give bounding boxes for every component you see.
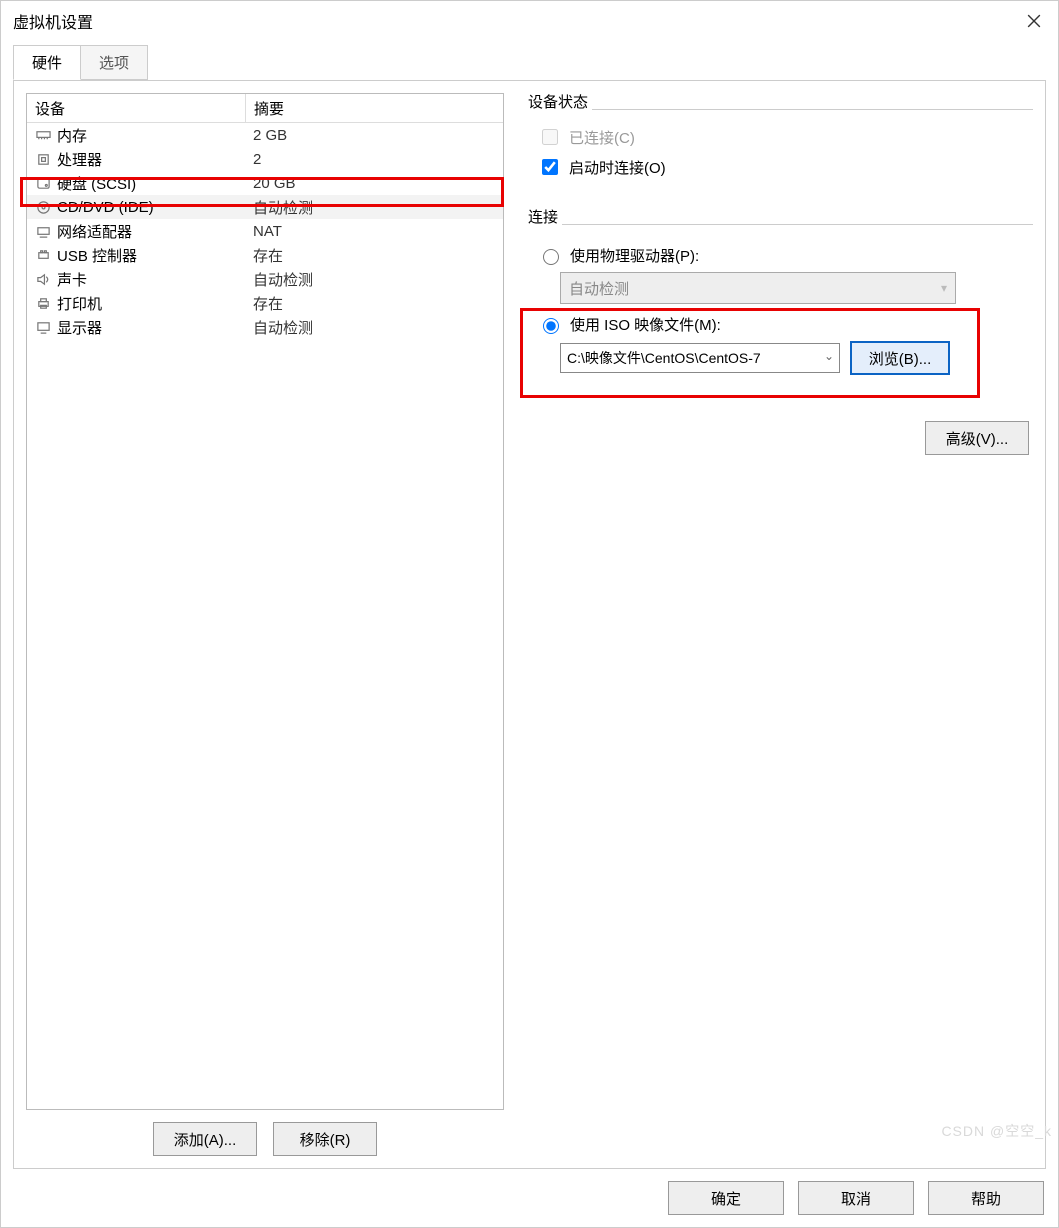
device-row-usb[interactable]: USB 控制器 存在 — [27, 243, 503, 267]
add-button[interactable]: 添加(A)... — [153, 1122, 257, 1156]
vm-settings-window: 虚拟机设置 硬件 选项 设备 摘要 内存 2 GB 处理器 2 — [0, 0, 1059, 1228]
device-row-disk[interactable]: 硬盘 (SCSI) 20 GB — [27, 171, 503, 195]
combo-physical-drive: 自动检测 ▾ — [560, 272, 956, 304]
group-label-status: 设备状态 — [524, 91, 592, 112]
chevron-down-icon[interactable]: ⌄ — [824, 349, 834, 363]
device-row-network[interactable]: 网络适配器 NAT — [27, 219, 503, 243]
device-row-sound[interactable]: 声卡 自动检测 — [27, 267, 503, 291]
radio-physical-input[interactable] — [543, 249, 559, 265]
checkbox-connect-at-poweron[interactable]: 启动时连接(O) — [538, 156, 1029, 178]
device-table-header: 设备 摘要 — [27, 94, 503, 123]
help-button[interactable]: 帮助 — [928, 1181, 1044, 1215]
checkbox-connected: 已连接(C) — [538, 126, 1029, 148]
cd-icon — [35, 200, 51, 214]
group-connection: 连接 使用物理驱动器(P): 自动检测 ▾ 使用 ISO 映像文件(M): — [524, 208, 1033, 385]
left-pane: 设备 摘要 内存 2 GB 处理器 2 硬盘 (SCSI) 20 GB CD/D… — [26, 93, 504, 1156]
radio-use-iso[interactable]: 使用 ISO 映像文件(M): — [538, 314, 1029, 335]
footer: 确定 取消 帮助 — [1, 1169, 1058, 1227]
device-row-display[interactable]: 显示器 自动检测 — [27, 315, 503, 339]
device-row-printer[interactable]: 打印机 存在 — [27, 291, 503, 315]
memory-icon — [35, 128, 51, 142]
device-row-cpu[interactable]: 处理器 2 — [27, 147, 503, 171]
remove-button[interactable]: 移除(R) — [273, 1122, 377, 1156]
device-table: 设备 摘要 内存 2 GB 处理器 2 硬盘 (SCSI) 20 GB CD/D… — [26, 93, 504, 1110]
advanced-button[interactable]: 高级(V)... — [925, 421, 1029, 455]
device-row-cddvd[interactable]: CD/DVD (IDE) 自动检测 — [27, 195, 503, 219]
cancel-button[interactable]: 取消 — [798, 1181, 914, 1215]
device-row-memory[interactable]: 内存 2 GB — [27, 123, 503, 147]
chevron-down-icon: ▾ — [941, 281, 947, 295]
close-button[interactable] — [1010, 1, 1058, 41]
sound-icon — [35, 272, 51, 286]
group-label-connection: 连接 — [524, 206, 562, 227]
header-device: 设备 — [27, 94, 246, 122]
disk-icon — [35, 176, 51, 190]
checkbox-poweron-input[interactable] — [542, 159, 558, 175]
group-device-status: 设备状态 已连接(C) 启动时连接(O) — [524, 93, 1033, 190]
radio-iso-input[interactable] — [543, 318, 559, 334]
browse-button[interactable]: 浏览(B)... — [850, 341, 950, 375]
ok-button[interactable]: 确定 — [668, 1181, 784, 1215]
left-buttons: 添加(A)... 移除(R) — [26, 1122, 504, 1156]
titlebar: 虚拟机设置 — [1, 1, 1058, 41]
tab-panel: 设备 摘要 内存 2 GB 处理器 2 硬盘 (SCSI) 20 GB CD/D… — [13, 80, 1046, 1169]
header-summary: 摘要 — [246, 98, 503, 119]
tab-options[interactable]: 选项 — [80, 45, 148, 80]
printer-icon — [35, 296, 51, 310]
checkbox-connected-input — [542, 129, 558, 145]
iso-path-input[interactable] — [560, 343, 840, 373]
cpu-icon — [35, 152, 51, 166]
window-title: 虚拟机设置 — [13, 9, 93, 33]
network-icon — [35, 224, 51, 238]
radio-use-physical[interactable]: 使用物理驱动器(P): — [538, 245, 1029, 266]
display-icon — [35, 320, 51, 334]
usb-icon — [35, 248, 51, 262]
right-pane: 设备状态 已连接(C) 启动时连接(O) 连接 — [524, 93, 1033, 1156]
tabs: 硬件 选项 — [1, 45, 1058, 81]
tab-hardware[interactable]: 硬件 — [13, 45, 81, 80]
